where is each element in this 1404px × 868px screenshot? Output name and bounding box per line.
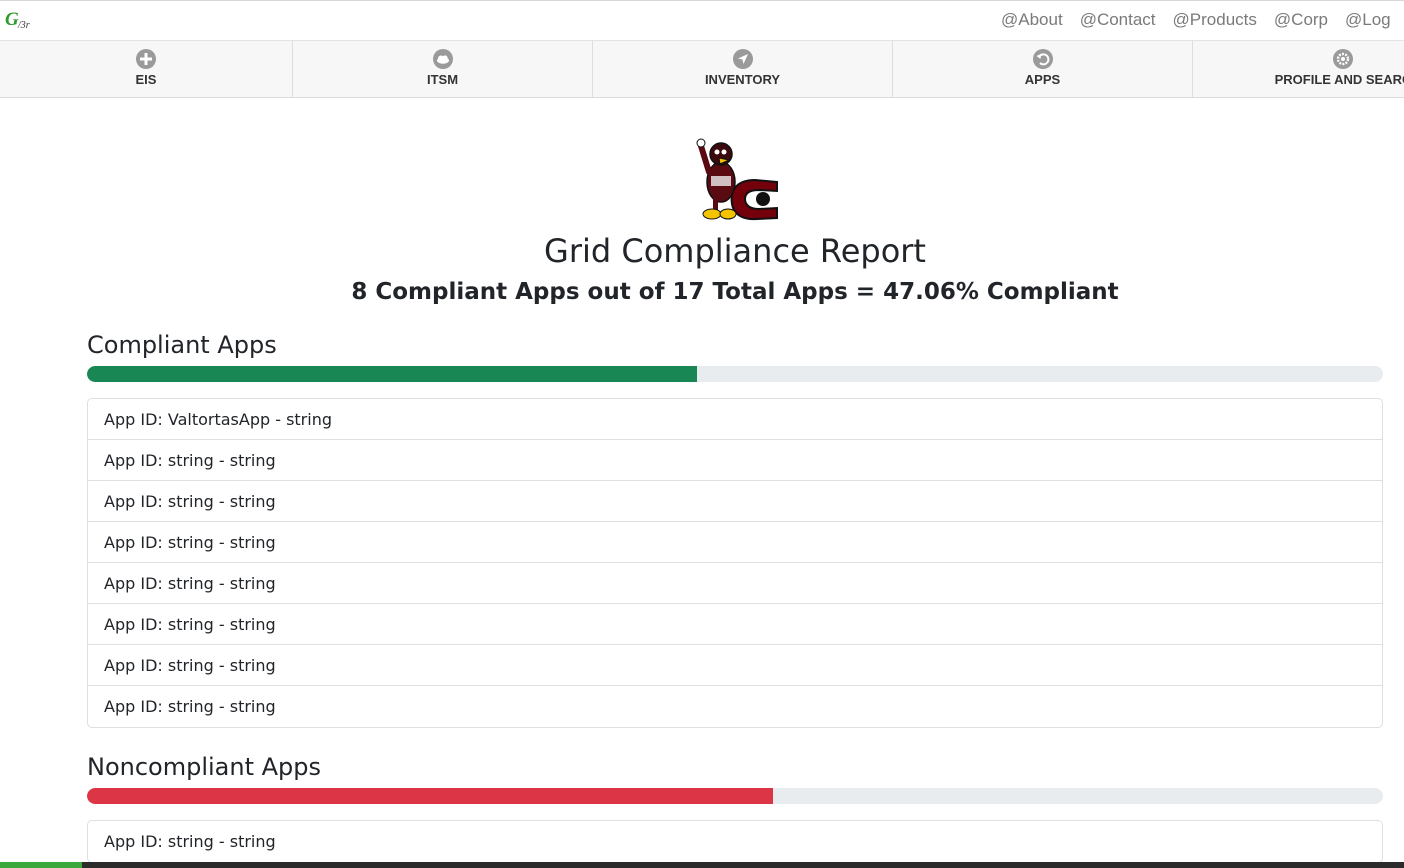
contact-link[interactable]: @Contact xyxy=(1080,10,1156,30)
log-link[interactable]: @Log xyxy=(1345,10,1391,30)
noncompliant-progress xyxy=(87,788,1383,804)
noncompliant-apps-heading: Noncompliant Apps xyxy=(87,753,322,781)
list-item: App ID: string - string xyxy=(104,832,276,851)
grid-logo[interactable]: G /3r xyxy=(5,8,37,31)
corp-link[interactable]: @Corp xyxy=(1274,10,1328,30)
top-links: @About @Contact @Products @Corp @Log xyxy=(984,10,1404,30)
nav-item-itsm[interactable]: ITSM xyxy=(293,41,593,97)
about-link[interactable]: @About xyxy=(1001,10,1063,30)
noncompliant-apps-list: App ID: string - string xyxy=(87,820,1383,863)
plus-circle-icon xyxy=(136,49,156,69)
compliant-apps-list: App ID: ValtortasApp - string App ID: str… xyxy=(87,398,1383,728)
nav-label: APPS xyxy=(1024,72,1061,87)
compliant-progress-bar xyxy=(87,366,697,382)
list-item: App ID: string - string xyxy=(88,440,1382,481)
refresh-icon xyxy=(1032,49,1053,69)
nav-item-apps[interactable]: APPS xyxy=(893,41,1193,97)
top-bar: G /3r @About @Contact @Products @Corp @Log xyxy=(0,0,1404,40)
svg-text:G: G xyxy=(5,9,19,30)
list-item: App ID: string - string xyxy=(88,645,1382,686)
svg-text:/3r: /3r xyxy=(17,20,30,30)
cloud-icon xyxy=(432,49,453,69)
list-item: App ID: string - string xyxy=(88,481,1382,522)
bottom-scrollbar[interactable] xyxy=(0,862,1404,868)
list-item: App ID: string - string xyxy=(88,604,1382,645)
scroll-thumb[interactable] xyxy=(0,862,82,868)
list-item: App ID: string - string xyxy=(88,563,1382,604)
list-item: App ID: string - string xyxy=(104,697,276,716)
list-item: App ID: ValtortasApp - string xyxy=(88,399,1382,440)
navigation-arrow-icon xyxy=(732,49,753,69)
nav-item-eis[interactable]: EIS xyxy=(0,41,293,97)
nav-label: EIS xyxy=(135,72,157,87)
nav-label: ITSM xyxy=(426,72,459,87)
nav-label: INVENTORY xyxy=(704,72,781,87)
nav-item-inventory[interactable]: INVENTORY xyxy=(593,41,893,97)
nav-label: PROFILE AND SEARC xyxy=(1274,72,1404,87)
main-navbar: EIS ITSM INVENTORY APPS PROFILE AND SEAR… xyxy=(0,40,1404,98)
list-item: App ID: string - string xyxy=(88,522,1382,563)
compliant-progress xyxy=(87,366,1383,382)
gamecock-mascot-logo xyxy=(695,132,780,222)
nav-item-profile-and-search[interactable]: PROFILE AND SEARC xyxy=(1193,41,1404,97)
compliance-summary: 8 Compliant Apps out of 17 Total Apps = … xyxy=(351,279,1119,305)
page-title: Grid Compliance Report xyxy=(544,232,926,270)
products-link[interactable]: @Products xyxy=(1173,10,1257,30)
noncompliant-progress-bar xyxy=(87,788,774,804)
gear-icon xyxy=(1333,49,1353,69)
compliant-apps-heading: Compliant Apps xyxy=(87,331,277,359)
